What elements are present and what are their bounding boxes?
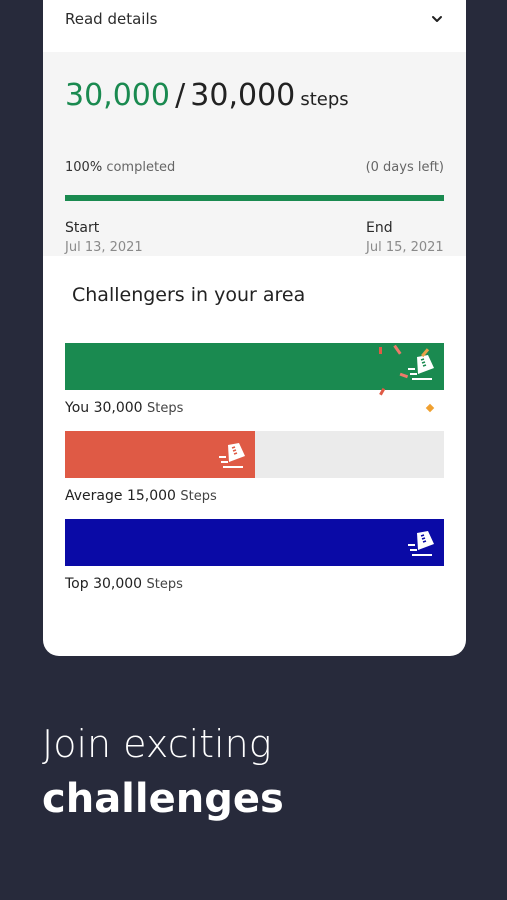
step-count: 30,000 / 30,000 steps — [65, 78, 349, 113]
days-left: (0 days left) — [365, 160, 444, 175]
challenger-unit: Steps — [180, 489, 217, 504]
area-title: Challengers in your area — [72, 284, 306, 306]
bar-fill — [65, 343, 444, 390]
steps-unit: steps — [300, 89, 349, 110]
completion-percent: 100% — [65, 160, 103, 175]
challenger-unit: Steps — [146, 577, 183, 592]
challenger-you: You 30,000 Steps — [65, 343, 444, 416]
challenger-name: You — [65, 400, 90, 416]
chevron-down-icon — [432, 16, 442, 22]
start-date: Start Jul 13, 2021 — [65, 220, 143, 255]
headline-line2: challenges — [42, 776, 284, 822]
challenge-card: Read details 30,000 / 30,000 steps 100% … — [43, 0, 466, 656]
end-label: End — [366, 220, 393, 236]
step-shoe-icon — [408, 355, 434, 380]
challenger-value: 30,000 — [93, 576, 143, 592]
start-value: Jul 13, 2021 — [65, 240, 143, 255]
current-steps: 30,000 — [65, 78, 170, 113]
bar-fill — [65, 519, 444, 566]
promo-headline: Join exciting challenges — [42, 722, 284, 822]
step-shoe-icon — [218, 443, 245, 468]
completion-row: 100% completed (0 days left) — [65, 160, 444, 175]
bar-fill — [65, 431, 255, 478]
headline-line1: Join exciting — [42, 722, 272, 766]
progress-panel: 30,000 / 30,000 steps 100% completed (0 … — [43, 52, 466, 256]
completion-text: completed — [106, 160, 176, 175]
end-date: End Jul 15, 2021 — [366, 220, 446, 255]
end-value: Jul 15, 2021 — [366, 240, 444, 255]
challenger-top: Top 30,000 Steps — [65, 519, 444, 592]
bar-caption: You 30,000 Steps — [65, 400, 444, 416]
read-details-label: Read details — [65, 10, 158, 28]
challenger-name: Top — [65, 576, 89, 592]
bar-track — [65, 519, 444, 566]
bar-track — [65, 431, 444, 478]
progress-bar — [65, 195, 444, 201]
bar-track — [65, 343, 444, 390]
challenger-average: Average 15,000 Steps — [65, 431, 444, 504]
progress-bar-fill — [65, 195, 444, 201]
start-label: Start — [65, 220, 100, 236]
challenger-value: 15,000 — [126, 488, 176, 504]
read-details-toggle[interactable]: Read details — [65, 4, 444, 34]
step-shoe-icon — [408, 531, 434, 556]
count-separator: / — [175, 78, 186, 113]
goal-steps: 30,000 — [190, 78, 296, 113]
challenger-name: Average — [65, 488, 123, 504]
challenger-unit: Steps — [147, 401, 184, 416]
challenger-value: 30,000 — [93, 400, 143, 416]
completion-status: 100% completed — [65, 160, 175, 175]
bar-caption: Average 15,000 Steps — [65, 488, 444, 504]
bar-caption: Top 30,000 Steps — [65, 576, 444, 592]
date-range: Start Jul 13, 2021 End Jul 15, 2021 — [65, 220, 446, 255]
